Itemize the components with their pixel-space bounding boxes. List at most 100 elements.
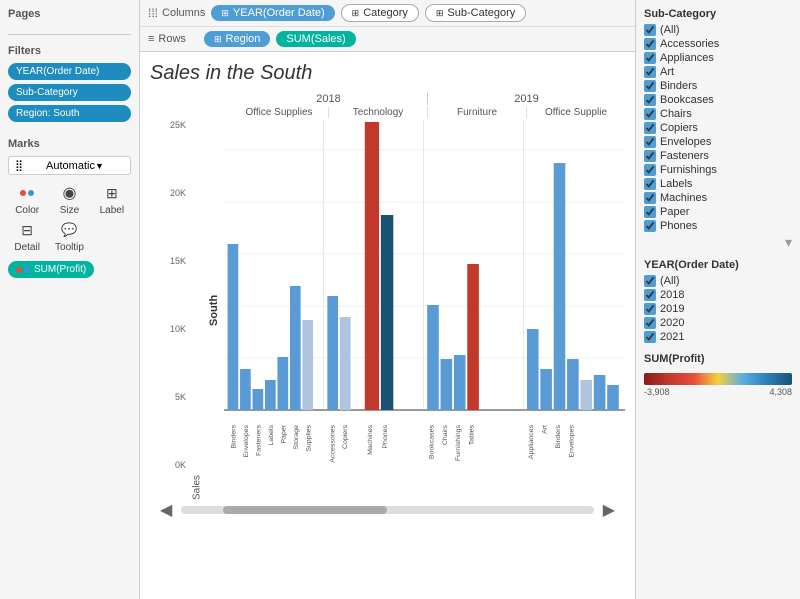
bar-binders-2019 <box>554 163 566 410</box>
cb-bookcases[interactable]: Bookcases <box>644 94 792 106</box>
filter-year-order-date[interactable]: YEAR(Order Date) <box>8 63 131 80</box>
year-2020[interactable]: 2020 <box>644 317 792 329</box>
year-2019[interactable]: 2019 <box>644 303 792 315</box>
bar-appliances-2019 <box>527 329 539 410</box>
y-label-10k: 10K <box>170 324 186 334</box>
color-bar-labels: -3,908 4,308 <box>644 387 792 397</box>
cb-appliances-input[interactable] <box>644 52 656 64</box>
color-min-label: -3,908 <box>644 387 670 397</box>
scrollbar-thumb[interactable] <box>223 506 388 514</box>
cat-technology: Technology <box>329 107 428 118</box>
x-label-machines: Machines <box>367 424 374 455</box>
cb-paper-input[interactable] <box>644 206 656 218</box>
bar-copiers-2018 <box>340 317 351 410</box>
pill-sum-sales[interactable]: SUM(Sales) <box>276 31 355 47</box>
filter-sub-category[interactable]: Sub-Category <box>8 84 131 101</box>
pill-category[interactable]: ⊞ Category <box>341 4 419 22</box>
rows-icon: ≡ <box>148 33 154 45</box>
cb-machines[interactable]: Machines <box>644 192 792 204</box>
x-label-bookcases: Bookcases <box>429 424 436 459</box>
pages-label: Pages <box>8 8 131 20</box>
cb-copiers[interactable]: Copiers <box>644 122 792 134</box>
cb-art-input[interactable] <box>644 66 656 78</box>
year-2018-input[interactable] <box>644 289 656 301</box>
cb-bookcases-input[interactable] <box>644 94 656 106</box>
bar-supplies-2018 <box>302 320 313 410</box>
cb-art[interactable]: Art <box>644 66 792 78</box>
scroll-indicator: ▾ <box>644 234 792 251</box>
cb-accessories-input[interactable] <box>644 38 656 50</box>
cb-envelopes[interactable]: Envelopes <box>644 136 792 148</box>
scroll-left-arrow[interactable]: ◀ <box>155 500 177 520</box>
cb-all-input[interactable] <box>644 24 656 36</box>
x-label-supplies: Supplies <box>306 424 313 452</box>
year-2018[interactable]: 2018 <box>644 289 792 301</box>
marks-size[interactable]: ◉ Size <box>50 183 88 216</box>
right-panel: Sub-Category (All) Accessories Appliance… <box>635 0 800 599</box>
scroll-right-arrow[interactable]: ▶ <box>598 500 620 520</box>
year-2019-input[interactable] <box>644 303 656 315</box>
cb-phones-input[interactable] <box>644 220 656 232</box>
marks-detail[interactable]: ⊟ Detail <box>8 220 46 253</box>
cb-binders-input[interactable] <box>644 80 656 92</box>
cb-envelopes-input[interactable] <box>644 136 656 148</box>
scrollbar-area[interactable]: ◀ ▶ <box>150 500 625 520</box>
x-label-labels: Labels <box>268 424 275 445</box>
cb-paper[interactable]: Paper <box>644 206 792 218</box>
columns-icon: ⁞⁞⁞ <box>148 6 158 20</box>
x-label-paper: Paper <box>281 424 288 443</box>
main-content: ⁞⁞⁞ Columns ⊞ YEAR(Order Date) ⊞ Categor… <box>140 0 635 599</box>
cb-machines-input[interactable] <box>644 192 656 204</box>
filter-region[interactable]: Region: South <box>8 105 131 122</box>
detail-icon: ⊟ <box>17 220 37 240</box>
year-2021[interactable]: 2021 <box>644 331 792 343</box>
x-label-tables: Tables <box>469 424 476 445</box>
bar-binders-2018 <box>228 244 239 410</box>
x-label-envelopes: Envelopes <box>243 424 250 457</box>
cb-binders[interactable]: Binders <box>644 80 792 92</box>
cb-furnishings[interactable]: Furnishings <box>644 164 792 176</box>
year-2021-input[interactable] <box>644 331 656 343</box>
cb-copiers-input[interactable] <box>644 122 656 134</box>
cat-office-supplies-2019: Office Supplie <box>527 107 625 118</box>
sub-category-list: (All) Accessories Appliances Art Binders… <box>644 24 792 251</box>
pill-year-order-date[interactable]: ⊞ YEAR(Order Date) <box>211 5 334 21</box>
pill-sub-category[interactable]: ⊞ Sub-Category <box>425 4 526 22</box>
cb-labels[interactable]: Labels <box>644 178 792 190</box>
x-label-furnishings: Furnishings <box>455 424 462 461</box>
pill-region[interactable]: ⊞ Region <box>204 31 270 47</box>
cb-fasteners[interactable]: Fasteners <box>644 150 792 162</box>
x-label-binders2: Binders <box>555 424 562 448</box>
scrollbar-track[interactable] <box>181 506 593 514</box>
y-label-5k: 5K <box>175 392 186 402</box>
year-2020-input[interactable] <box>644 317 656 329</box>
y-label-20k: 20K <box>170 188 186 198</box>
cb-phones[interactable]: Phones <box>644 220 792 232</box>
cb-all[interactable]: (All) <box>644 24 792 36</box>
toolbar: ⁞⁞⁞ Columns ⊞ YEAR(Order Date) ⊞ Categor… <box>140 0 635 52</box>
bar-accessories-2018 <box>327 296 338 410</box>
rows-label: ≡ Rows <box>148 33 198 45</box>
cb-appliances[interactable]: Appliances <box>644 52 792 64</box>
marks-label[interactable]: ⊞ Label <box>93 183 131 216</box>
year-all-input[interactable] <box>644 275 656 287</box>
sum-profit-pill[interactable]: SUM(Profit) <box>8 261 94 278</box>
chart-svg: Binders Envelopes Fasteners Labels Paper… <box>224 120 625 500</box>
bar-fasteners-2018 <box>253 389 264 410</box>
cb-chairs[interactable]: Chairs <box>644 108 792 120</box>
marks-tooltip[interactable]: 💬 Tooltip <box>50 220 88 253</box>
x-label-chairs: Chairs <box>442 424 449 445</box>
year-list: (All) 2018 2019 2020 2021 <box>644 275 792 345</box>
region-label: South <box>204 120 224 500</box>
marks-color[interactable]: Color <box>8 183 46 216</box>
cb-chairs-input[interactable] <box>644 108 656 120</box>
cb-furnishings-input[interactable] <box>644 164 656 176</box>
bar-storage-2018 <box>290 286 301 410</box>
x-label-appliances: Appliances <box>529 424 536 459</box>
cb-labels-input[interactable] <box>644 178 656 190</box>
bar-chairs-2018 <box>441 359 453 410</box>
cb-accessories[interactable]: Accessories <box>644 38 792 50</box>
marks-dropdown[interactable]: ⣿ Automatic ▼ <box>8 156 131 175</box>
cb-fasteners-input[interactable] <box>644 150 656 162</box>
year-all[interactable]: (All) <box>644 275 792 287</box>
